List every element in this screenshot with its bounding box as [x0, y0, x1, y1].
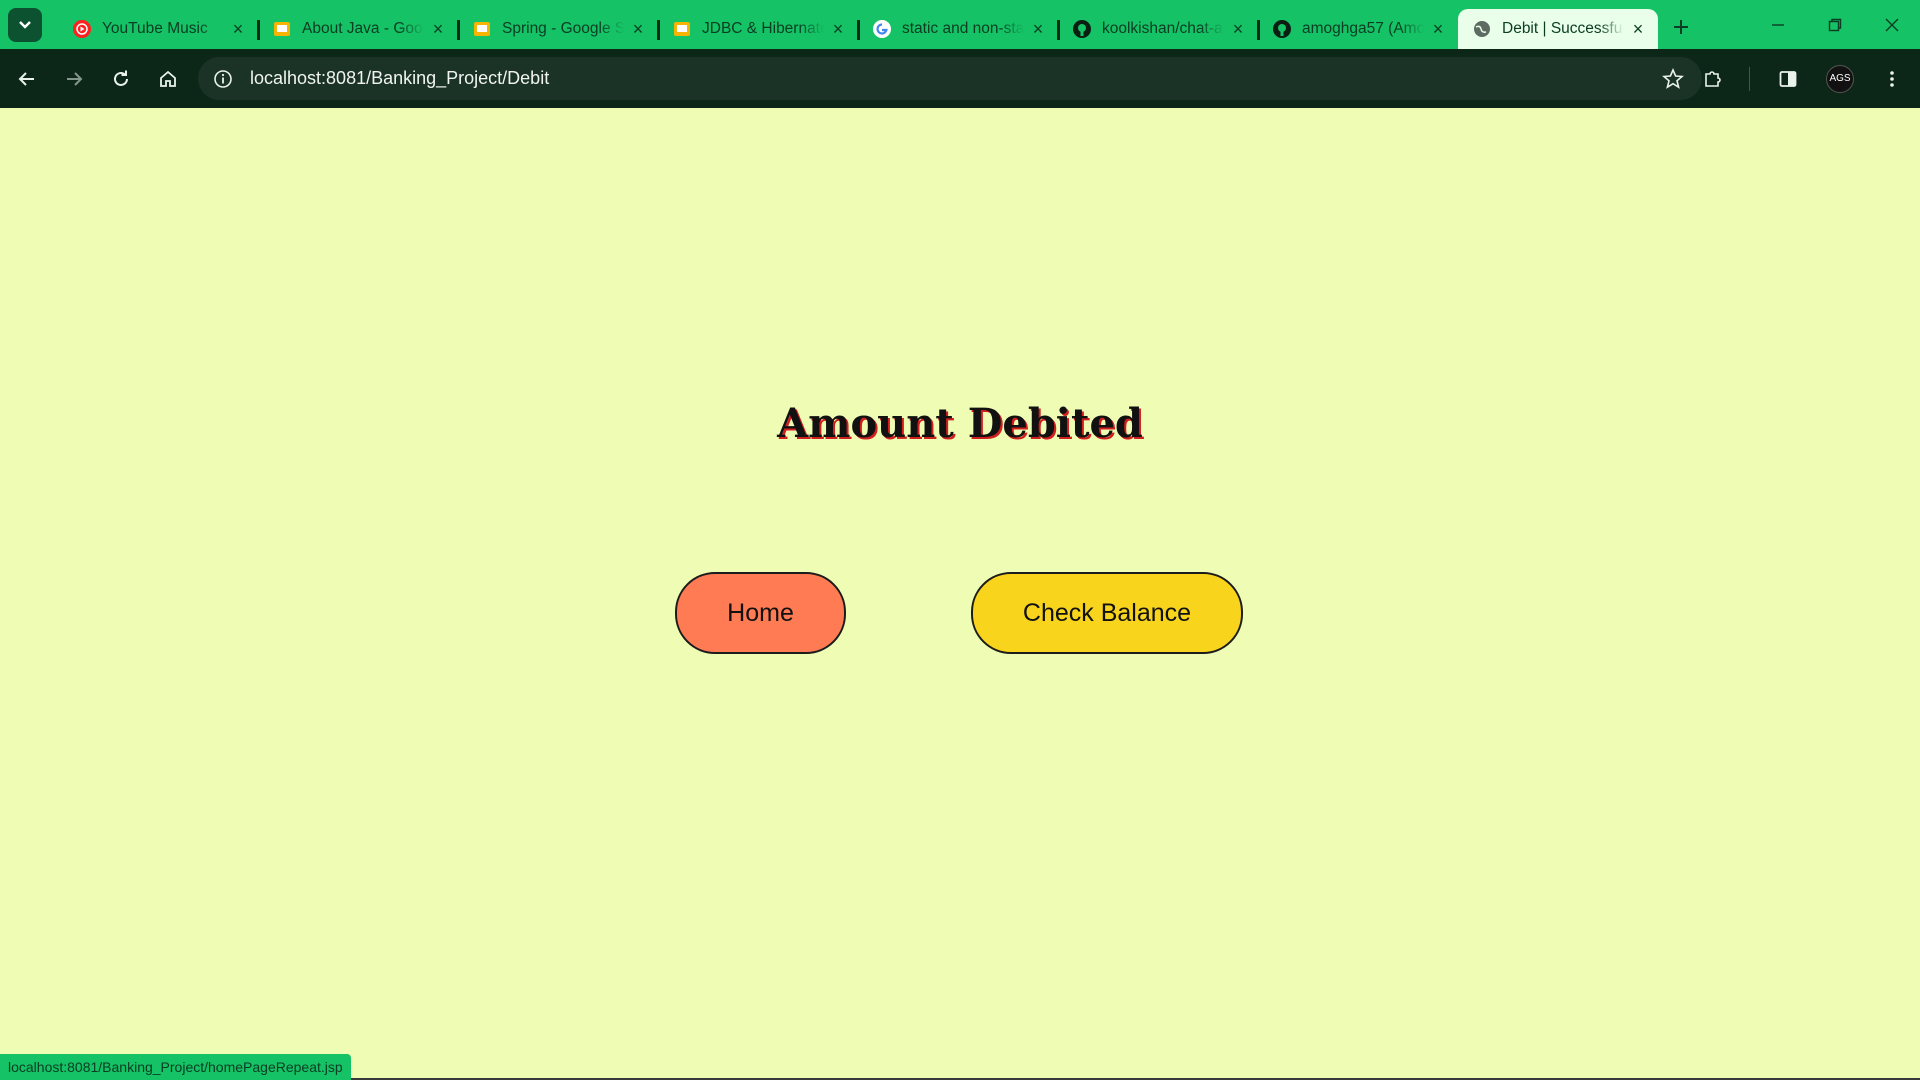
- tab-title: Spring - Google Slides: [502, 20, 624, 37]
- tab-title: YouTube Music: [102, 20, 208, 37]
- close-icon[interactable]: ×: [630, 19, 646, 39]
- slides-icon: [672, 19, 692, 39]
- tab-github-chat-app[interactable]: koolkishan/chat-app ×: [1057, 9, 1258, 49]
- home-nav-button[interactable]: [148, 59, 188, 99]
- profile-avatar[interactable]: AGS: [1826, 64, 1854, 93]
- puzzle-icon: [1705, 70, 1721, 87]
- reload-icon: [114, 70, 128, 86]
- close-icon[interactable]: ×: [430, 19, 446, 39]
- window-controls: [1749, 0, 1920, 49]
- url-text[interactable]: localhost:8081/Banking_Project/Debit: [250, 68, 549, 89]
- tab-jdbc-hibernate[interactable]: JDBC & Hibernate - Google Slides ×: [657, 9, 858, 49]
- check-balance-button[interactable]: Check Balance: [971, 572, 1243, 654]
- restore-button[interactable]: [1806, 0, 1863, 49]
- tab-title: static and non-static: [902, 20, 1024, 37]
- tab-youtube-music[interactable]: YouTube Music ×: [58, 9, 258, 49]
- home-icon: [160, 70, 176, 87]
- home-button[interactable]: Home: [675, 572, 846, 654]
- close-icon[interactable]: ×: [830, 19, 846, 39]
- tab-spring[interactable]: Spring - Google Slides ×: [457, 9, 658, 49]
- extensions-button[interactable]: [1693, 59, 1733, 99]
- side-panel-icon: [1779, 70, 1797, 87]
- github-icon: [1272, 19, 1292, 39]
- globe-icon: [1472, 19, 1492, 39]
- back-button[interactable]: [7, 59, 47, 99]
- youtube-music-icon: [72, 19, 92, 39]
- tab-title: About Java - Google Slides: [302, 20, 424, 37]
- close-icon[interactable]: ×: [1630, 19, 1646, 39]
- tab-title: Debit | Successful: [1502, 20, 1624, 37]
- tab-debit-successful[interactable]: Debit | Successful ×: [1458, 9, 1658, 49]
- plus-icon: [1674, 19, 1688, 34]
- menu-button[interactable]: [1872, 59, 1912, 99]
- toolbar-right: AGS: [1675, 49, 1920, 108]
- tab-static-non-static[interactable]: static and non-static ×: [857, 9, 1058, 49]
- close-icon[interactable]: ×: [230, 19, 246, 39]
- link-status-bubble: localhost:8081/Banking_Project/homePageR…: [0, 1054, 351, 1080]
- page-heading: Amount Debited: [777, 400, 1143, 447]
- side-panel-button[interactable]: [1768, 59, 1808, 99]
- toolbar-divider: [1749, 66, 1750, 91]
- tab-title: amoghga57 (Amogh): [1302, 20, 1424, 37]
- tab-title: koolkishan/chat-app: [1102, 20, 1224, 37]
- close-icon[interactable]: ×: [1030, 19, 1046, 39]
- browser-toolbar: localhost:8081/Banking_Project/Debit AGS: [0, 49, 1920, 108]
- address-bar[interactable]: localhost:8081/Banking_Project/Debit: [198, 57, 1702, 100]
- slides-icon: [472, 19, 492, 39]
- tab-strip: YouTube Music × About Java - Google Slid…: [0, 0, 1920, 49]
- close-icon[interactable]: ×: [1230, 19, 1246, 39]
- tab-github-amoghga57[interactable]: amoghga57 (Amogh) ×: [1257, 9, 1458, 49]
- chevron-down-icon: [19, 20, 31, 29]
- close-icon: [1885, 18, 1898, 31]
- tab-title: JDBC & Hibernate - Google Slides: [702, 20, 824, 37]
- google-icon: [872, 19, 892, 39]
- tab-about-java[interactable]: About Java - Google Slides ×: [257, 9, 458, 49]
- tab-search-button[interactable]: [8, 7, 42, 42]
- slides-icon: [272, 19, 292, 39]
- reload-button[interactable]: [101, 59, 141, 99]
- close-window-button[interactable]: [1863, 0, 1920, 49]
- kebab-menu-icon: [1890, 70, 1894, 87]
- minimize-button[interactable]: [1749, 0, 1806, 49]
- close-icon[interactable]: ×: [1430, 19, 1446, 39]
- forward-button[interactable]: [54, 59, 94, 99]
- site-info-icon[interactable]: [208, 64, 238, 94]
- minimize-icon: [1771, 23, 1784, 26]
- back-arrow-icon: [18, 71, 34, 86]
- restore-icon: [1828, 18, 1841, 31]
- forward-arrow-icon: [67, 71, 83, 86]
- new-tab-button[interactable]: [1664, 10, 1698, 44]
- github-icon: [1072, 19, 1092, 39]
